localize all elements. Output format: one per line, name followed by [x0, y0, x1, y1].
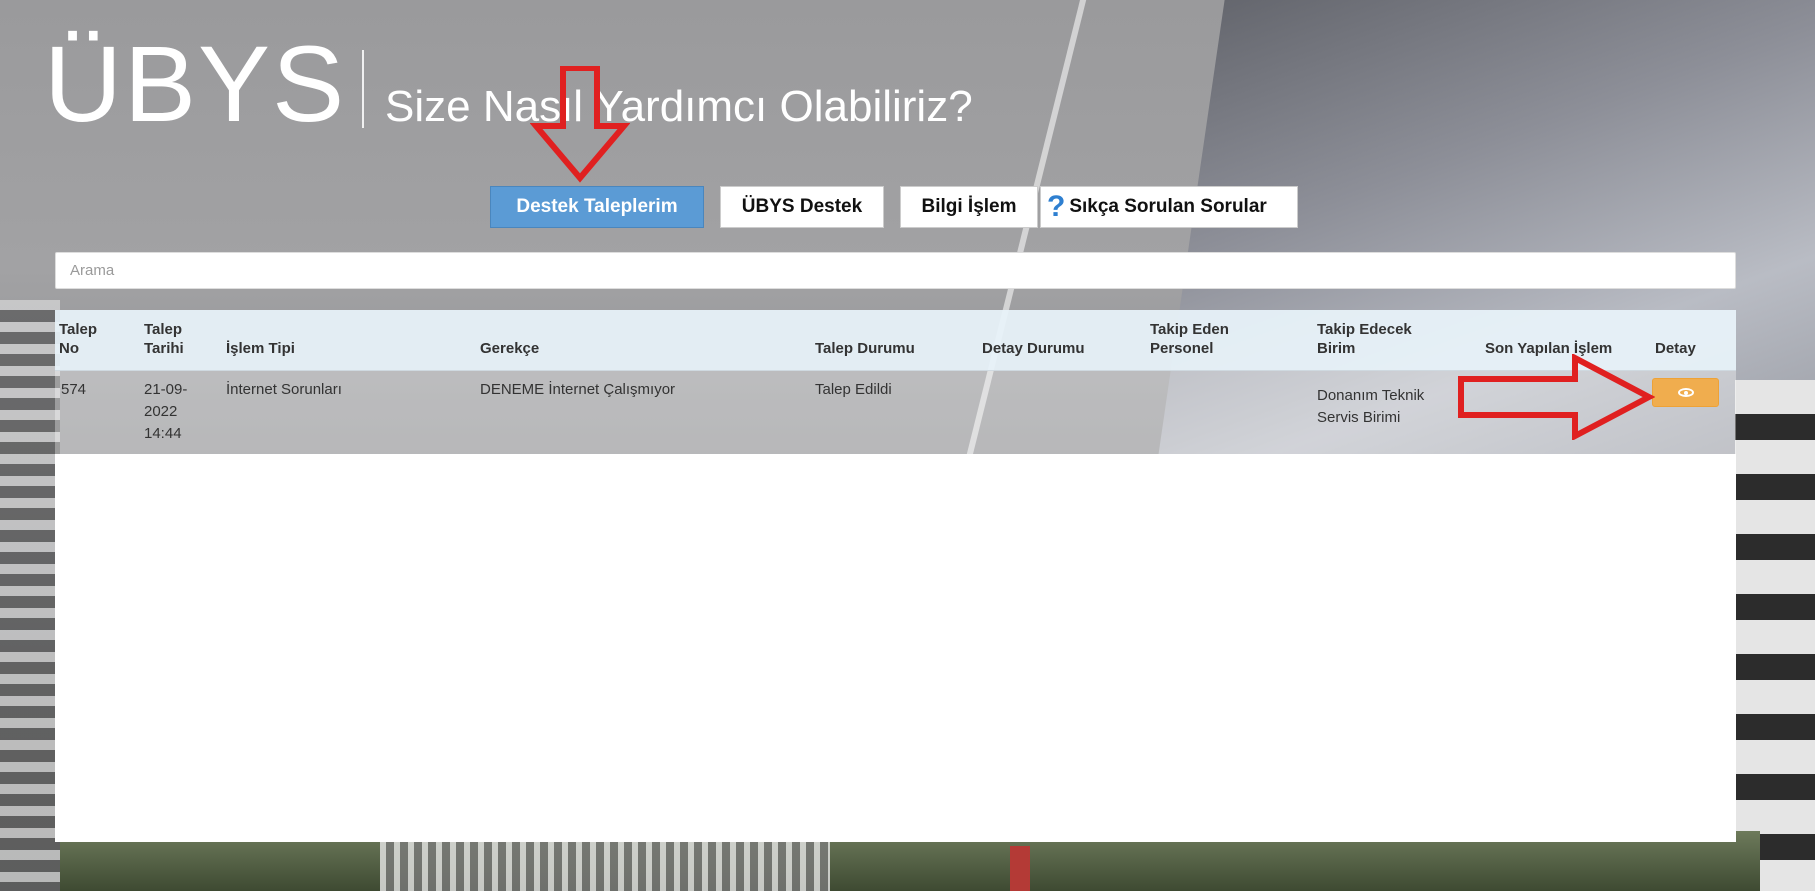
app-logo: ÜBYS	[44, 23, 347, 144]
column-header-line: No	[59, 340, 79, 357]
background-building-right	[1735, 380, 1815, 891]
cell-talep-no: 574	[61, 381, 87, 398]
column-header-line: Personel	[1150, 340, 1214, 357]
cell-takip-edecek-birim-line: Servis Birimi	[1317, 409, 1401, 426]
column-header-takip-edecek-birim[interactable]: Takip Edecek Birim	[1317, 320, 1412, 358]
detail-view-button[interactable]	[1652, 378, 1719, 407]
ubys-destek-button[interactable]: ÜBYS Destek	[720, 186, 884, 228]
table-header: Talep No Talep Tarihi İşlem Tipi Gerekçe…	[55, 310, 1736, 371]
background-roof	[380, 841, 830, 891]
cell-islem-tipi: İnternet Sorunları	[226, 381, 342, 398]
cell-takip-edecek-birim-line: Donanım Teknik	[1317, 387, 1425, 404]
column-header-line: Tarihi	[144, 340, 184, 357]
search-input[interactable]	[55, 252, 1736, 289]
background-building-left	[0, 300, 60, 891]
table-empty-area	[55, 454, 1736, 842]
column-header-talep-durumu[interactable]: Talep Durumu	[815, 339, 915, 358]
column-header-line: Takip Eden	[1150, 321, 1229, 338]
column-header-takip-eden-personel[interactable]: Takip Eden Personel	[1150, 320, 1229, 358]
bilgi-islem-button[interactable]: Bilgi İşlem	[900, 186, 1038, 228]
eye-icon	[1677, 388, 1694, 397]
column-header-line: Birim	[1317, 340, 1356, 357]
requests-table: Talep No Talep Tarihi İşlem Tipi Gerekçe…	[55, 310, 1736, 456]
column-header-son-yapilan-islem[interactable]: Son Yapılan İşlem	[1485, 339, 1612, 358]
column-header-talep-tarihi[interactable]: Talep Tarihi	[144, 320, 184, 358]
column-header-line: Takip Edecek	[1317, 321, 1412, 338]
column-header-islem-tipi[interactable]: İşlem Tipi	[226, 339, 295, 358]
cell-talep-durumu: Talep Edildi	[815, 381, 892, 398]
page-tagline: Size Nasıl Yardımcı Olabiliriz?	[385, 82, 973, 131]
cell-talep-tarihi: 21-09- 2022 14:44	[144, 379, 187, 445]
cell-talep-tarihi-line: 14:44	[144, 425, 182, 442]
destek-taleplerim-label: Destek Taleplerim	[516, 196, 678, 217]
ubys-destek-label: ÜBYS Destek	[741, 196, 863, 217]
background-red-accent	[1010, 846, 1030, 891]
cell-talep-tarihi-line: 2022	[144, 403, 178, 420]
cell-gerekce: DENEME İnternet Çalışmıyor	[480, 381, 676, 398]
column-header-line: Talep	[59, 321, 98, 338]
sss-label: Sıkça Sorulan Sorular	[1069, 196, 1267, 217]
cell-takip-edecek-birim: Donanım Teknik Servis Birimi	[1317, 385, 1424, 429]
column-header-line: Talep	[144, 321, 183, 338]
cell-talep-tarihi-line: 21-09-	[144, 381, 188, 398]
column-header-detay-durumu[interactable]: Detay Durumu	[982, 339, 1085, 358]
column-header-detay: Detay	[1655, 340, 1696, 357]
question-mark-icon: ?	[1047, 190, 1066, 223]
column-header-gerekce[interactable]: Gerekçe	[480, 339, 539, 358]
logo-divider	[362, 50, 364, 128]
bilgi-islem-label: Bilgi İşlem	[921, 196, 1017, 217]
destek-taleplerim-button[interactable]: Destek Taleplerim	[490, 186, 704, 228]
column-header-talep-no[interactable]: Talep No	[59, 320, 97, 358]
sss-button[interactable]: ? Sıkça Sorulan Sorular	[1040, 186, 1298, 228]
table-row[interactable]: 574 21-09- 2022 14:44 İnternet Sorunları…	[55, 371, 1736, 456]
